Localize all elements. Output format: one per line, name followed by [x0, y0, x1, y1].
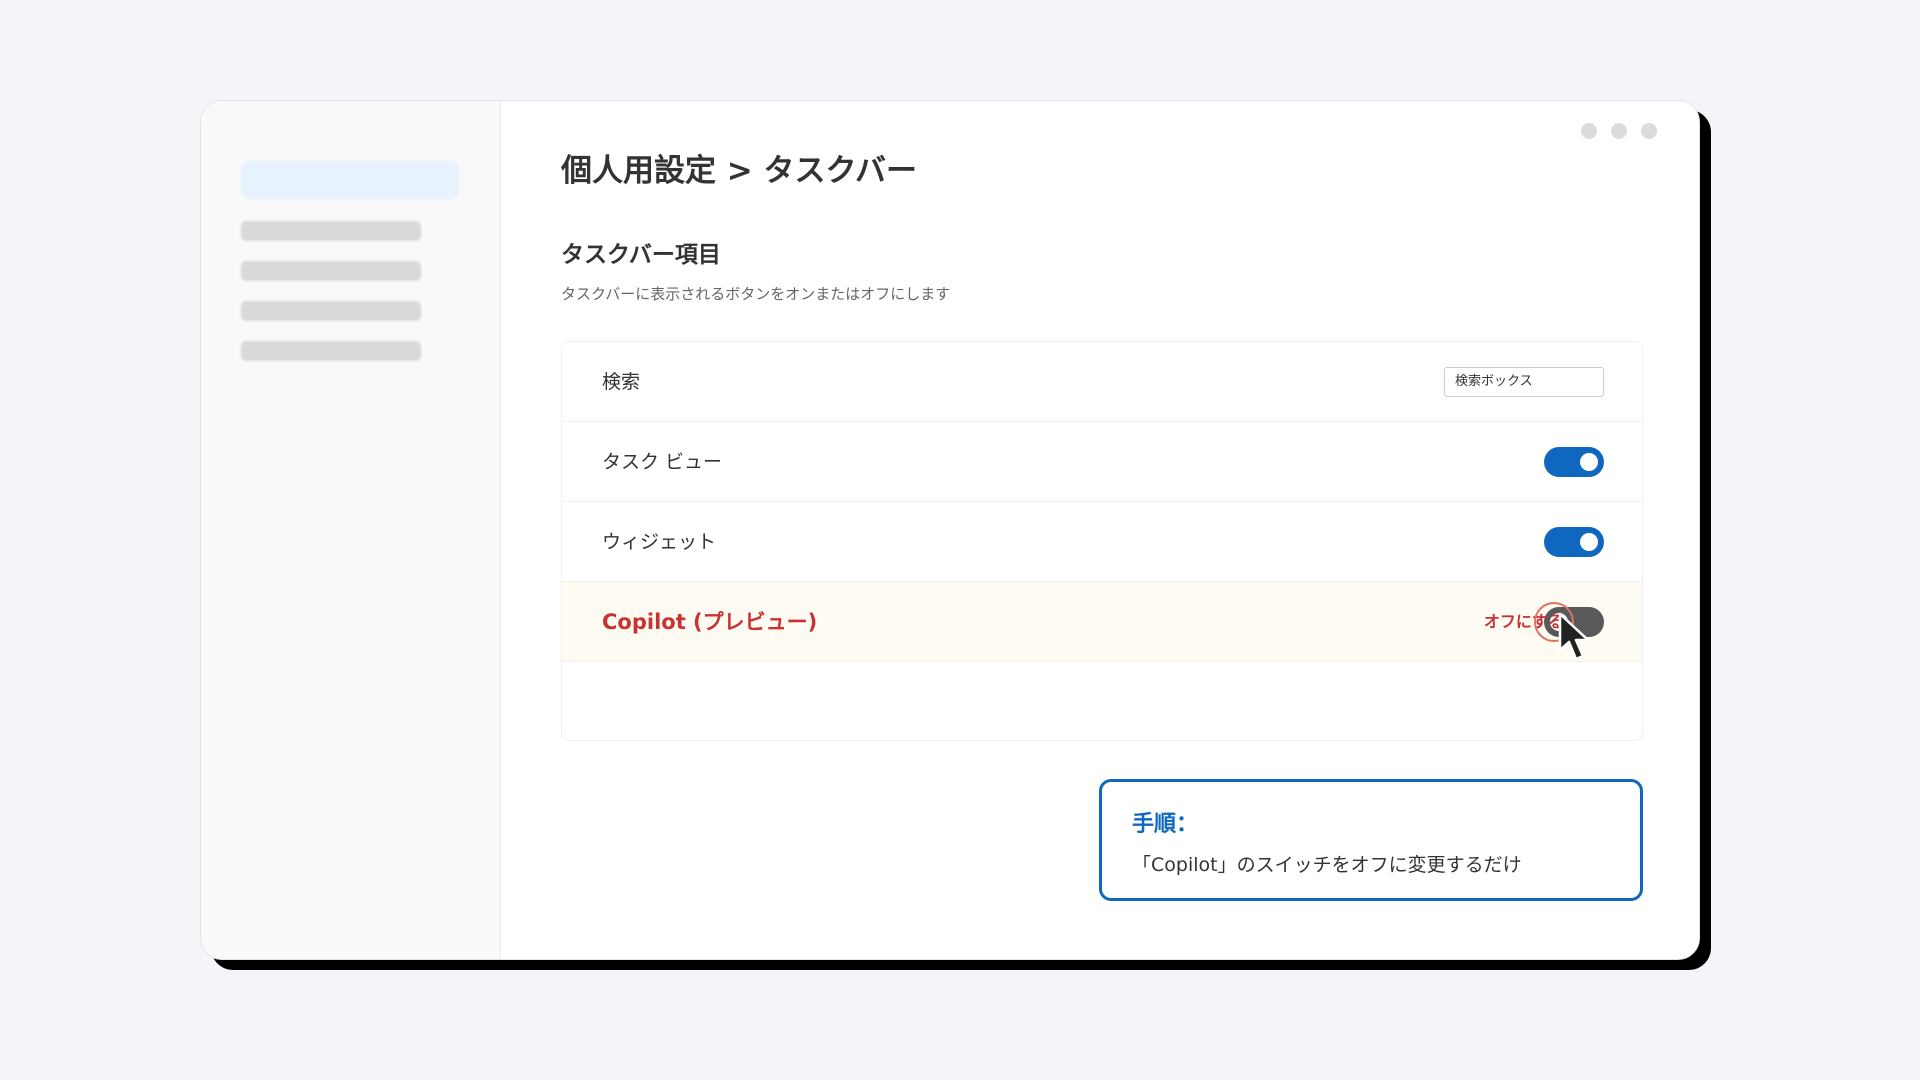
setting-label-copilot: Copilot (プレビュー) [602, 610, 818, 634]
setting-row-widgets: ウィジェット [562, 502, 1642, 582]
section-description: タスクバーに表示されるボタンをオンまたはオフにします [561, 285, 951, 303]
section-title: タスクバー項目 [561, 242, 721, 268]
instruction-title: 手順： [1132, 812, 1199, 837]
settings-window: 個人用設定 > タスクバー タスクバー項目 タスクバーに表示されるボタンをオンま… [200, 100, 1700, 960]
setting-label-widgets: ウィジェット [602, 531, 717, 553]
widgets-toggle[interactable] [1544, 527, 1604, 557]
instruction-box: 手順： 「Copilot」のスイッチをオフに変更するだけ [1099, 779, 1643, 901]
setting-row-search: 検索 検索ボックス [562, 342, 1642, 422]
window-dot-icon[interactable] [1641, 123, 1657, 139]
toggle-knob [1580, 453, 1598, 471]
setting-row-copilot: Copilot (プレビュー) オフにする [562, 582, 1642, 662]
sidebar-item[interactable] [241, 221, 421, 241]
sidebar-item[interactable] [241, 341, 421, 361]
toggle-knob [1580, 533, 1598, 551]
main-content: 個人用設定 > タスクバー タスクバー項目 タスクバーに表示されるボタンをオンま… [561, 101, 1643, 959]
setting-label-search: 検索 [602, 371, 641, 393]
mouse-cursor-icon [1558, 612, 1590, 661]
task-view-toggle[interactable] [1544, 447, 1604, 477]
setting-label-task-view: タスク ビュー [602, 451, 723, 473]
setting-row-task-view: タスク ビュー [562, 422, 1642, 502]
sidebar [201, 101, 501, 959]
search-mode-dropdown[interactable]: 検索ボックス [1444, 367, 1604, 397]
sidebar-item[interactable] [241, 261, 421, 281]
page-title: 個人用設定 > タスクバー [561, 153, 918, 189]
instruction-text: 「Copilot」のスイッチをオフに変更するだけ [1132, 854, 1522, 876]
settings-card: 検索 検索ボックス タスク ビュー ウィジェット Copilot (プレビュー) [561, 341, 1643, 741]
sidebar-item[interactable] [241, 301, 421, 321]
sidebar-item-active[interactable] [241, 161, 459, 199]
